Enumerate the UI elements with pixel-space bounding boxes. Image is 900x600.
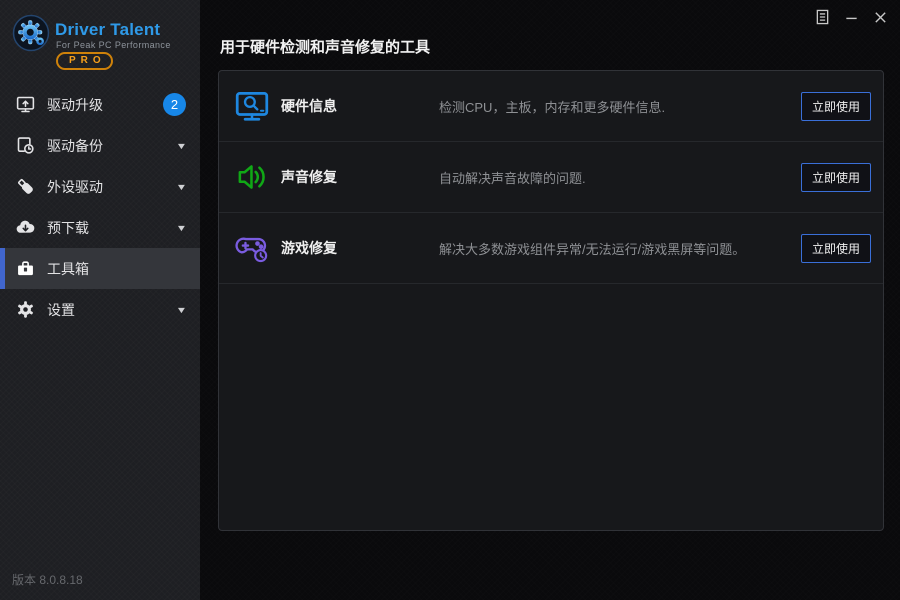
tool-name: 声音修复 xyxy=(281,169,337,185)
sidebar-item-label: 工具箱 xyxy=(47,260,89,277)
sidebar-item-settings[interactable]: 设置 ▼ xyxy=(0,289,200,330)
sidebar-item-driver-update[interactable]: 驱动升级 2 xyxy=(0,84,200,125)
logo: Driver Talent For Peak PC Performance PR… xyxy=(0,0,200,82)
use-now-button[interactable]: 立即使用 xyxy=(801,233,871,263)
game-repair-icon xyxy=(232,228,272,268)
chevron-down-icon[interactable]: ▼ xyxy=(176,223,188,233)
close-icon[interactable] xyxy=(870,7,890,27)
usb-drive-icon xyxy=(14,176,36,198)
sidebar-item-label: 外设驱动 xyxy=(47,178,103,195)
chevron-down-icon[interactable]: ▼ xyxy=(176,305,188,315)
hardware-info-icon xyxy=(232,86,272,126)
sidebar-item-label: 设置 xyxy=(47,301,75,318)
tools-panel: 硬件信息 检测CPU，主板，内存和更多硬件信息. 立即使用 声音修复 自动解决声… xyxy=(218,70,884,531)
sidebar-item-driver-backup[interactable]: 驱动备份 ▼ xyxy=(0,125,200,166)
window-controls xyxy=(812,7,890,27)
tool-description: 解决大多数游戏组件异常/无法运行/游戏黑屏等问题。 xyxy=(439,241,746,257)
tool-row-game-repair: 游戏修复 解决大多数游戏组件异常/无法运行/游戏黑屏等问题。 立即使用 xyxy=(219,213,883,284)
sidebar-item-toolbox[interactable]: 工具箱 xyxy=(0,248,200,289)
pro-badge: PRO xyxy=(56,52,113,70)
tool-description: 检测CPU，主板，内存和更多硬件信息. xyxy=(439,99,666,115)
menu-icon[interactable] xyxy=(812,7,832,27)
tool-description: 自动解决声音故障的问题. xyxy=(439,170,586,186)
app-title: Driver Talent xyxy=(55,20,161,39)
version-label: 版本 8.0.8.18 xyxy=(12,573,83,587)
app-slogan: For Peak PC Performance xyxy=(56,40,171,50)
app-window: Driver Talent For Peak PC Performance PR… xyxy=(0,0,900,600)
driver-update-icon xyxy=(14,94,36,116)
tool-row-sound-repair: 声音修复 自动解决声音故障的问题. 立即使用 xyxy=(219,142,883,213)
backup-clock-icon xyxy=(14,135,36,157)
main-area: 用于硬件检测和声音修复的工具 硬件信息 检测CPU，主板，内存和更多硬件信息. … xyxy=(200,0,900,600)
page-title: 用于硬件检测和声音修复的工具 xyxy=(220,39,431,56)
tool-name: 硬件信息 xyxy=(281,98,337,114)
chevron-down-icon[interactable]: ▼ xyxy=(176,182,188,192)
minimize-icon[interactable] xyxy=(841,7,861,27)
toolbox-icon xyxy=(14,258,36,280)
cloud-download-icon xyxy=(14,217,36,239)
sidebar-item-label: 驱动升级 xyxy=(47,96,103,113)
sound-repair-icon xyxy=(232,157,272,197)
settings-gear-icon xyxy=(14,299,36,321)
update-count-badge: 2 xyxy=(163,93,186,116)
sidebar-item-predownload[interactable]: 预下载 ▼ xyxy=(0,207,200,248)
sidebar-menu: 驱动升级 2 驱动备份 ▼ 外设驱动 ▼ 预下载 ▼ 工具箱 设置 ▼ xyxy=(0,84,200,330)
tool-row-hardware-info: 硬件信息 检测CPU，主板，内存和更多硬件信息. 立即使用 xyxy=(219,71,883,142)
sidebar-item-label: 驱动备份 xyxy=(47,137,103,154)
tool-name: 游戏修复 xyxy=(281,240,337,256)
logo-gear-icon xyxy=(12,14,50,57)
sidebar-item-peripheral-drivers[interactable]: 外设驱动 ▼ xyxy=(0,166,200,207)
chevron-down-icon[interactable]: ▼ xyxy=(176,141,188,151)
use-now-button[interactable]: 立即使用 xyxy=(801,91,871,121)
sidebar-item-label: 预下载 xyxy=(47,219,89,236)
sidebar: Driver Talent For Peak PC Performance PR… xyxy=(0,0,200,600)
use-now-button[interactable]: 立即使用 xyxy=(801,162,871,192)
